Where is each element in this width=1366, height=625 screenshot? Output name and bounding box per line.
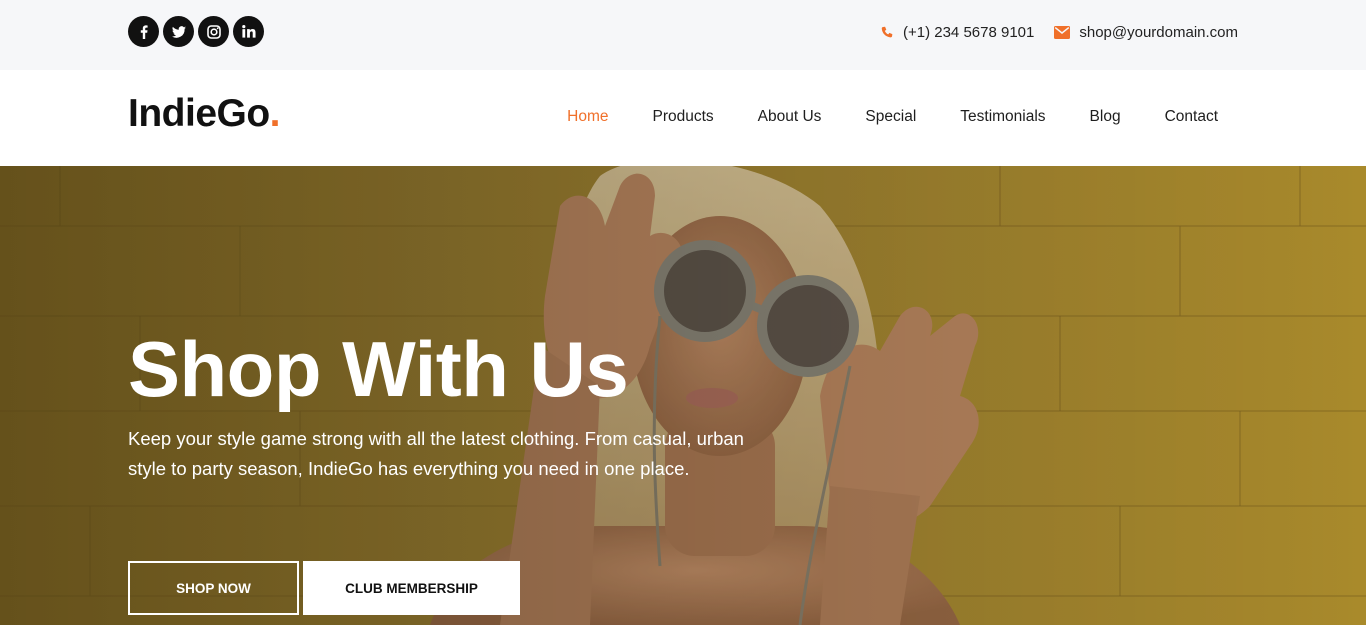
nav-item-about-us[interactable]: About Us bbox=[758, 108, 822, 126]
nav-item-products[interactable]: Products bbox=[652, 108, 713, 126]
club-membership-button[interactable]: CLUB MEMBERSHIP bbox=[303, 561, 520, 615]
nav-item-contact[interactable]: Contact bbox=[1165, 108, 1218, 126]
phone-icon bbox=[880, 26, 894, 40]
social-links bbox=[128, 16, 264, 47]
nav-item-blog[interactable]: Blog bbox=[1090, 108, 1121, 126]
instagram-icon bbox=[206, 24, 221, 39]
nav-item-home[interactable]: Home bbox=[567, 108, 608, 126]
twitter-icon bbox=[171, 25, 186, 38]
facebook-icon bbox=[140, 24, 148, 39]
hero-description: Keep your style game strong with all the… bbox=[128, 428, 744, 479]
site-logo[interactable]: IndieGo. bbox=[128, 92, 281, 136]
linkedin-icon bbox=[242, 25, 256, 38]
main-menu: Home Products About Us Special Testimoni… bbox=[523, 108, 1218, 126]
top-bar: (+1) 234 5678 9101 shop@yourdomain.com bbox=[0, 0, 1366, 70]
email-contact[interactable]: shop@yourdomain.com bbox=[1054, 24, 1238, 41]
twitter-link[interactable] bbox=[163, 16, 194, 47]
phone-number: (+1) 234 5678 9101 bbox=[902, 24, 1035, 41]
hero-title: Shop With Us bbox=[128, 325, 629, 413]
instagram-link[interactable] bbox=[198, 16, 229, 47]
facebook-link[interactable] bbox=[128, 16, 159, 47]
email-address: shop@yourdomain.com bbox=[1079, 24, 1238, 41]
nav-item-special[interactable]: Special bbox=[865, 108, 916, 126]
phone-contact[interactable]: (+1) 234 5678 9101 bbox=[880, 24, 1034, 41]
logo-dot: . bbox=[269, 92, 281, 135]
logo-text: IndieGo bbox=[128, 92, 270, 135]
linkedin-link[interactable] bbox=[233, 16, 264, 47]
shop-now-button[interactable]: SHOP NOW bbox=[128, 561, 299, 615]
hero-section: Shop With Us Keep your style game strong… bbox=[0, 166, 1366, 625]
main-navbar: IndieGo. Home Products About Us Special … bbox=[0, 70, 1366, 166]
contact-info: (+1) 234 5678 9101 shop@yourdomain.com bbox=[880, 24, 1238, 41]
nav-item-testimonials[interactable]: Testimonials bbox=[960, 108, 1045, 126]
envelope-icon bbox=[1054, 26, 1071, 39]
